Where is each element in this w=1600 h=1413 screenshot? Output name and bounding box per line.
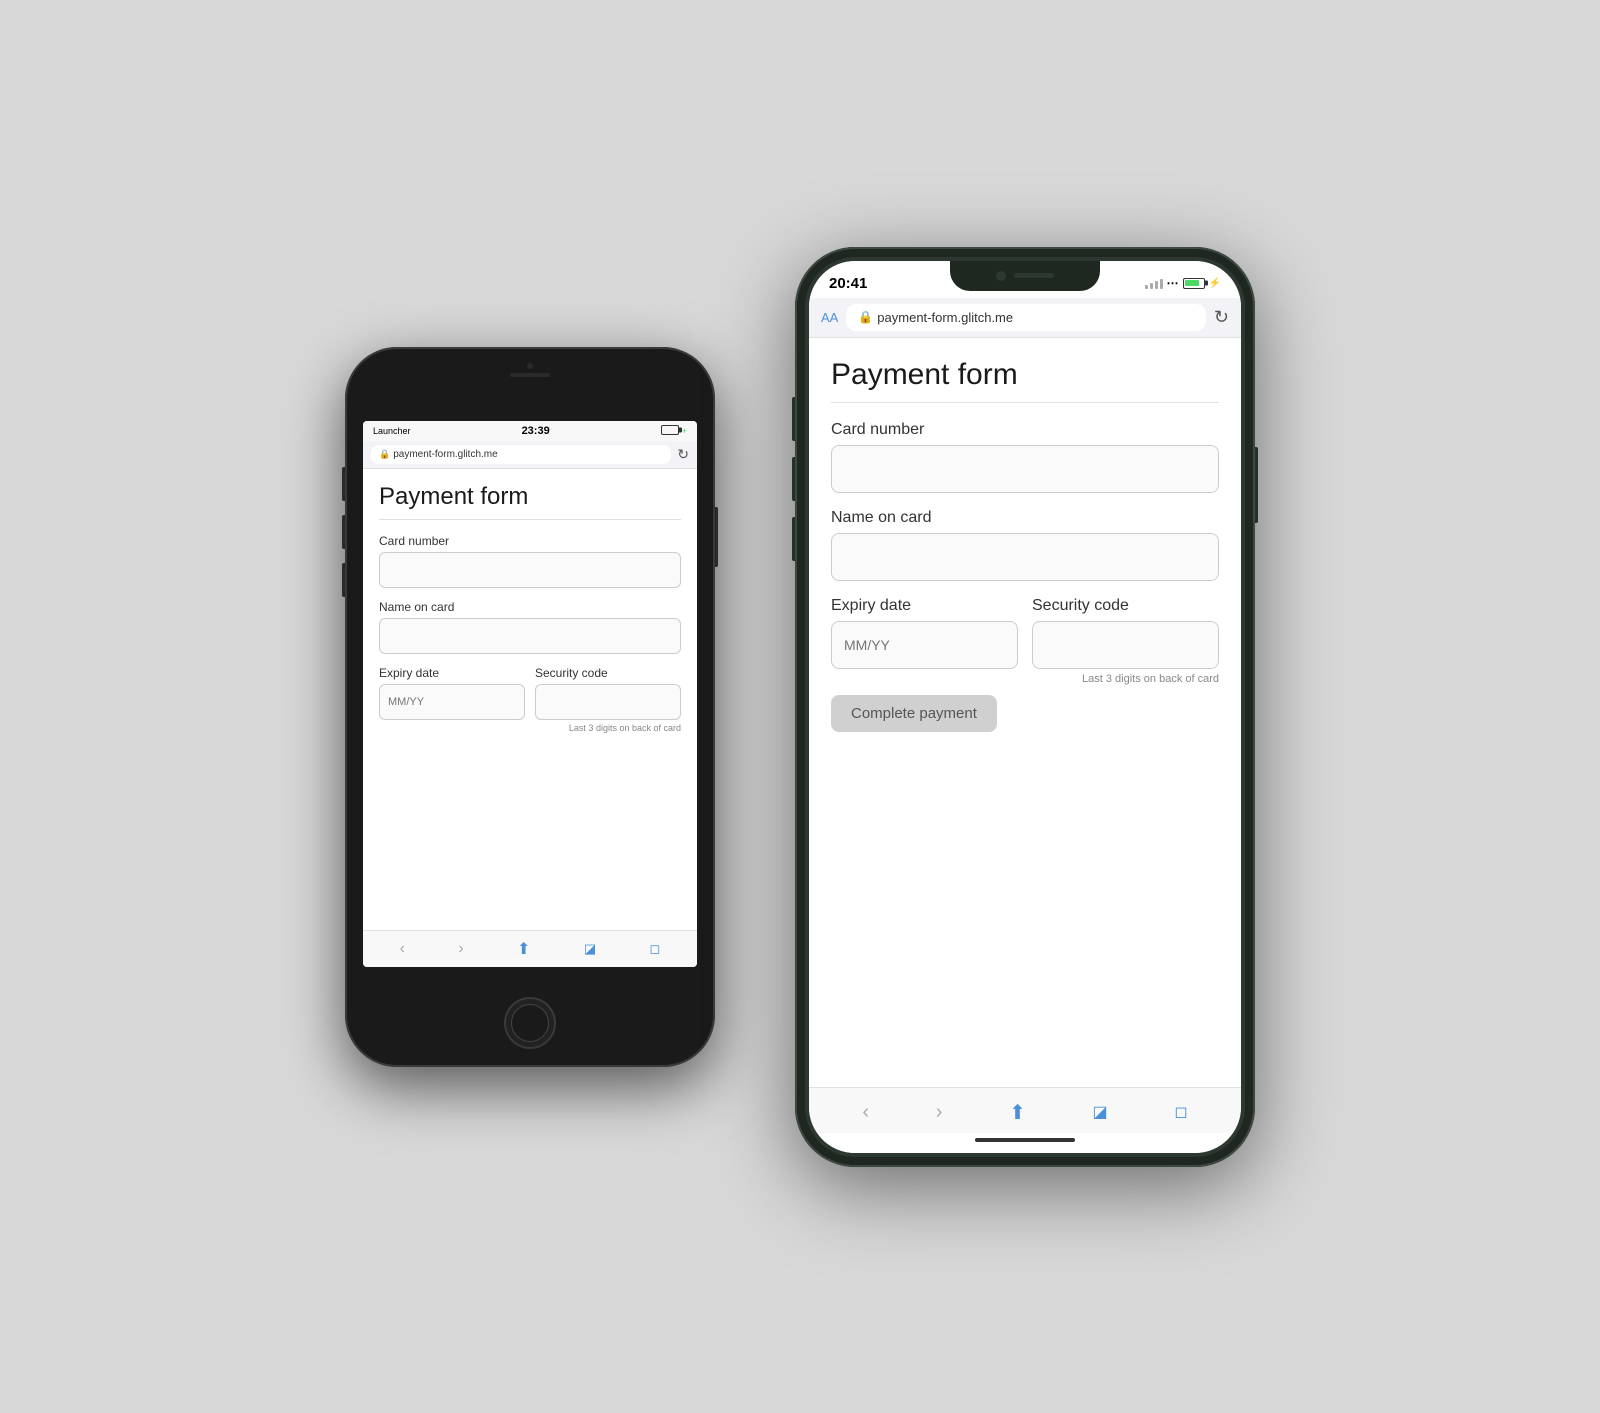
security-group: Security code Last 3 digits on back of c…	[535, 666, 681, 733]
expiry-group: Expiry date	[379, 666, 525, 733]
url-field-11[interactable]: 🔒 payment-form.glitch.me	[846, 304, 1206, 331]
iphone-11: 20:41 ⋯ ⚡ AA 🔒 payment-form.glitc	[795, 247, 1255, 1167]
security-input-11[interactable]	[1032, 621, 1219, 669]
url-text: payment-form.glitch.me	[393, 449, 497, 460]
iphone-7: Launcher 23:39 + 🔒 payment-form.glitch.m…	[345, 347, 715, 1067]
right-status-11: ⋯ ⚡	[1145, 276, 1221, 290]
forward-button-11[interactable]: ›	[936, 1101, 943, 1124]
notch-camera	[996, 271, 1006, 281]
battery-body	[661, 425, 679, 435]
aa-button[interactable]: AA	[821, 310, 838, 325]
bookmarks-button[interactable]: ◪	[584, 941, 596, 957]
screen: Launcher 23:39 + 🔒 payment-form.glitch.m…	[363, 421, 697, 967]
volume-buttons-11	[792, 397, 795, 561]
url-bar: 🔒 payment-form.glitch.me ↻	[363, 441, 697, 469]
expiry-security-row: Expiry date Security code Last 3 digits …	[379, 666, 681, 733]
expiry-security-row-11: Expiry date Security code Last 3 digits …	[831, 597, 1219, 685]
card-number-input-11[interactable]	[831, 445, 1219, 493]
lock-icon: 🔒	[379, 449, 390, 460]
volume-buttons	[342, 467, 345, 597]
card-number-group: Card number	[379, 534, 681, 588]
name-on-card-label-11: Name on card	[831, 509, 1219, 527]
name-on-card-label: Name on card	[379, 600, 681, 614]
url-bar-11: AA 🔒 payment-form.glitch.me ↻	[809, 298, 1241, 338]
signal-icon	[1145, 277, 1163, 289]
battery-icon-11	[1183, 278, 1205, 289]
security-group-11: Security code Last 3 digits on back of c…	[1032, 597, 1219, 685]
name-on-card-group-11: Name on card	[831, 509, 1219, 581]
security-hint: Last 3 digits on back of card	[535, 723, 681, 733]
charging-icon-11: ⚡	[1209, 278, 1221, 289]
complete-payment-button[interactable]: Complete payment	[831, 695, 997, 732]
browser-nav-bar: ‹ › ⬆ ◪ ◻	[363, 930, 697, 967]
right-status-icons: +	[661, 425, 687, 437]
bookmarks-button-11[interactable]: ◪	[1093, 1102, 1108, 1122]
form-title: Payment form	[379, 483, 681, 511]
form-title-11: Payment form	[831, 358, 1219, 392]
home-button[interactable]	[504, 997, 556, 1049]
name-on-card-input-11[interactable]	[831, 533, 1219, 581]
security-label-11: Security code	[1032, 597, 1219, 615]
expiry-group-11: Expiry date	[831, 597, 1018, 685]
browser-nav-bar-11: ‹ › ⬆ ◪ ◻	[809, 1087, 1241, 1133]
expiry-label: Expiry date	[379, 666, 525, 680]
card-number-input[interactable]	[379, 552, 681, 588]
form-divider-11	[831, 402, 1219, 403]
battery-fill-11	[1185, 280, 1199, 286]
forward-button[interactable]: ›	[458, 940, 463, 958]
notch-speaker	[1014, 273, 1054, 278]
tabs-button[interactable]: ◻	[649, 941, 660, 957]
expiry-input-11[interactable]	[831, 621, 1018, 669]
url-field[interactable]: 🔒 payment-form.glitch.me	[371, 445, 671, 464]
name-on-card-input[interactable]	[379, 618, 681, 654]
security-hint-11: Last 3 digits on back of card	[1032, 673, 1219, 685]
battery-icon	[661, 425, 679, 435]
name-on-card-group: Name on card	[379, 600, 681, 654]
notch	[950, 261, 1100, 291]
battery-indicator	[661, 425, 679, 437]
form-divider	[379, 519, 681, 520]
time-display: 23:39	[522, 425, 550, 437]
carrier-label: Launcher	[373, 426, 411, 436]
charging-icon: +	[682, 426, 687, 436]
card-number-group-11: Card number	[831, 421, 1219, 493]
expiry-label-11: Expiry date	[831, 597, 1018, 615]
wifi-icon: ⋯	[1167, 276, 1179, 290]
card-number-label-11: Card number	[831, 421, 1219, 439]
top-sensor-area	[510, 363, 550, 377]
power-button-11	[1255, 447, 1258, 523]
tabs-button-11[interactable]: ◻	[1174, 1102, 1187, 1122]
browser-content: Payment form Card number Name on card Ex…	[363, 469, 697, 930]
url-text-11: payment-form.glitch.me	[877, 310, 1013, 325]
back-button[interactable]: ‹	[400, 940, 405, 958]
browser-content-11: Payment form Card number Name on card Ex…	[809, 338, 1241, 1087]
security-input[interactable]	[535, 684, 681, 720]
screen-11: 20:41 ⋯ ⚡ AA 🔒 payment-form.glitc	[809, 261, 1241, 1153]
time-display-11: 20:41	[829, 275, 867, 292]
back-button-11[interactable]: ‹	[862, 1101, 869, 1124]
share-button[interactable]: ⬆	[517, 939, 530, 959]
speaker-bar	[510, 373, 550, 377]
reload-button[interactable]: ↻	[677, 446, 689, 463]
reload-button-11[interactable]: ↻	[1214, 307, 1229, 328]
share-button-11[interactable]: ⬆	[1009, 1100, 1026, 1125]
power-button	[715, 507, 718, 567]
card-number-label: Card number	[379, 534, 681, 548]
lock-icon-11: 🔒	[858, 310, 873, 324]
camera-dot	[527, 363, 533, 369]
security-label: Security code	[535, 666, 681, 680]
status-bar: Launcher 23:39 +	[363, 421, 697, 441]
home-indicator	[809, 1133, 1241, 1153]
expiry-input[interactable]	[379, 684, 525, 720]
